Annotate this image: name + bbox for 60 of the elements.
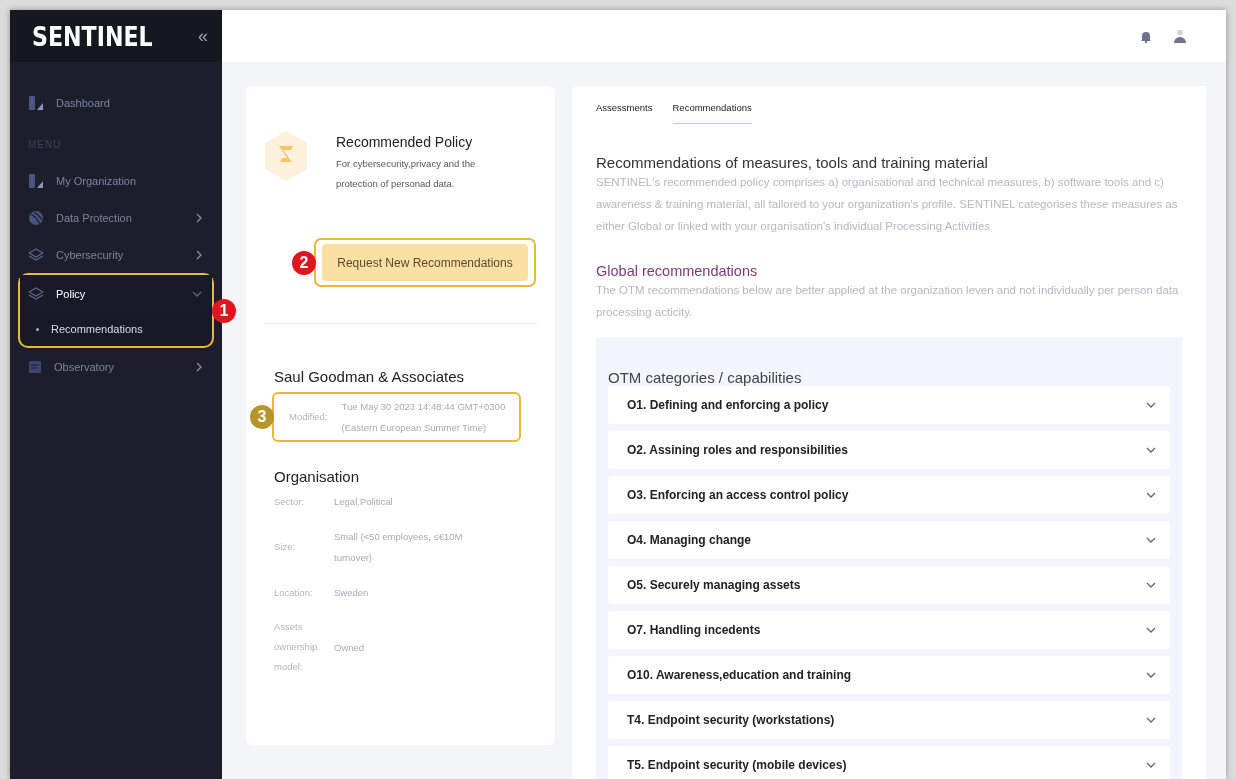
card-description: For cybersecurity,privacy and the protection of personad data. [336,157,477,191]
accordion-item[interactable]: O7. Handling incedents [608,611,1170,649]
chevron-down-icon [1146,402,1156,408]
chevron-down-icon [1146,582,1156,588]
field-label: Assets ownership model: [274,620,319,674]
field-value: Sweden [334,586,370,600]
chart-icon [28,94,44,111]
tab[interactable]: Assessments [596,96,653,124]
field-value: Tue May 30 2023 14:48:44 GMT+0300 (Eastern European Summer Time) [341,400,506,435]
field-label: Location: [274,585,314,600]
globe-icon [28,209,44,226]
layers-icon [28,247,44,262]
chevron-down-icon [1146,492,1156,498]
description-text: The OTM recommendations below are better applied at the organization leven and not individually per person data processing acticity. [596,283,1180,320]
collapse-button[interactable]: « [198,25,208,47]
sidebar-item[interactable]: My Organization [10,162,222,199]
accordion-item[interactable]: O1. Defining and enforcing a policy [608,386,1170,424]
card-title: Recommended Policy [336,134,474,150]
field-label: Modified: [289,410,328,424]
logo: SENTINEL [32,20,153,52]
accordion-item[interactable]: T4. Endpoint security (workstations) [608,701,1170,739]
layers-icon [28,286,44,301]
chevron-down-icon [1146,717,1156,723]
section-title: Organisation [274,468,361,485]
step-number-badge: 2 [292,250,316,275]
sidebar-item[interactable]: Observatory [10,348,222,385]
field-value: Owned [334,640,366,655]
chevron-down-icon [1146,537,1156,543]
chevron-down-icon [1146,627,1156,633]
step-number-badge: 1 [212,298,236,323]
sidebar-item[interactable]: Data Protection [10,199,222,236]
field-value: Legal,Political [334,495,394,509]
accordion-item[interactable]: O10. Awareness,education and training [608,656,1170,694]
field-value: Small (<50 employees, ≤€10M turnover) [334,530,464,565]
section-title: Recommendations of measures, tools and training material [596,154,989,171]
accordion-item[interactable]: O4. Managing change [608,521,1170,559]
chevron-down-icon [1146,447,1156,453]
accordion-item[interactable]: O2. Assining roles and responsibilities [608,431,1170,469]
document-icon [28,359,42,374]
chevron-down-icon [1146,672,1156,678]
step-number-badge: 3 [250,405,274,429]
policy-hexagon-icon [264,130,308,182]
tab[interactable]: Recommendations [672,96,752,124]
chevron-down-icon [1146,762,1156,768]
section-title: Global recommendations [596,263,759,279]
field-label: Sector: [274,494,306,509]
accordion-item[interactable]: O3. Enforcing an access control policy [608,476,1170,514]
panel-title: OTM categories / capabilities [608,369,803,386]
sidebar-subitem[interactable]: Recommendations [20,312,212,346]
description-text: SENTINEL's recommended policy comprises a) organisational and technical measures, b) software tools and c) awareness & training material, all tailored to your organization's profile. SENTINEL categorises these measures as either Global or linked with your organisation's individual Processing Activities [596,175,1179,234]
accordion-item[interactable]: O5. Securely managing assets [608,566,1170,604]
sidebar-item[interactable]: Dashboard [10,84,222,121]
accordion-item[interactable]: T5. Endpoint security (mobile devices) [608,746,1170,779]
bell-icon[interactable] [1140,29,1152,43]
organization-name: Saul Goodman & Associates [274,368,466,385]
request-button[interactable]: Request New Recommendations [322,244,528,281]
chart-icon [28,172,44,189]
field-label: Size: [274,540,297,554]
sidebar-item[interactable]: Cybersecurity [10,236,222,273]
user-icon[interactable] [1174,29,1186,43]
